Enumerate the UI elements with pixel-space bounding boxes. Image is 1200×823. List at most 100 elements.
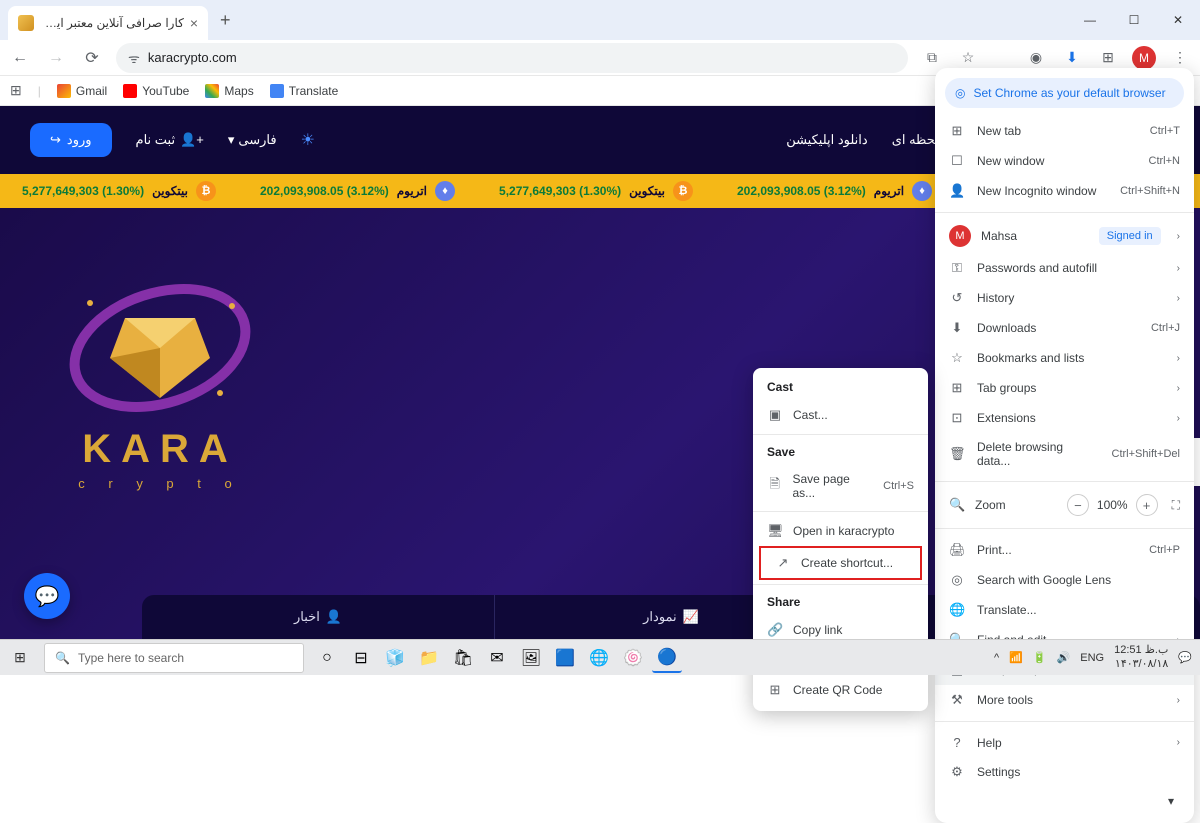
menu-more[interactable]: ▾ [935, 787, 1194, 815]
close-tab-icon[interactable]: × [190, 15, 198, 31]
submenu-cast[interactable]: ▣Cast... [753, 400, 928, 430]
bookmark-star-icon[interactable]: ☆ [956, 46, 980, 70]
menu-lens[interactable]: ◎Search with Google Lens [935, 565, 1194, 595]
signup-button[interactable]: +👤ثبت نام [136, 132, 204, 148]
open-external-icon[interactable]: ⧉ [920, 46, 944, 70]
camera-icon[interactable]: ◉ [1024, 46, 1048, 70]
theme-toggle-icon[interactable]: ☀ [301, 130, 315, 150]
language-indicator[interactable]: ENG [1080, 652, 1104, 664]
taskbar-clock[interactable]: ب.ظ 12:51 ۱۴۰۳/۰۸/۱۸ [1114, 644, 1168, 670]
save-icon: 🗎 [767, 475, 782, 497]
help-icon: ? [949, 735, 965, 750]
menu-extensions[interactable]: ⊡Extensions› [935, 403, 1194, 433]
bookmark-youtube[interactable]: YouTube [123, 84, 189, 98]
fullscreen-icon[interactable]: ⛶ [1172, 498, 1180, 513]
menu-new-window[interactable]: ☐New windowCtrl+N [935, 146, 1194, 176]
menu-translate[interactable]: 🌐Translate... [935, 595, 1194, 625]
puzzle-icon: ⊡ [949, 410, 965, 426]
battery-icon[interactable]: 🔋 [1033, 651, 1047, 664]
tab-news[interactable]: 👤اخبار [142, 595, 494, 639]
taskbar-app[interactable]: 🧊 [380, 643, 410, 673]
menu-more-tools[interactable]: ⚒More tools› [935, 685, 1194, 715]
chat-bubble-icon[interactable]: 💬 [24, 573, 70, 619]
submenu-save-as[interactable]: 🗎Save page as...Ctrl+S [753, 465, 928, 507]
tray-chevron-icon[interactable]: ^ [994, 652, 999, 664]
download-icon[interactable]: ⬇ [1060, 46, 1084, 70]
default-browser-banner[interactable]: ◎ Set Chrome as your default browser [945, 78, 1184, 108]
taskbar-search[interactable]: 🔍 Type here to search [44, 643, 304, 673]
reload-icon[interactable]: ⟳ [80, 46, 104, 70]
store-icon[interactable]: 🛍 [448, 643, 478, 673]
logo-graphic [60, 258, 260, 418]
mail-icon[interactable]: ✉ [482, 643, 512, 673]
profile-avatar[interactable]: M [1132, 46, 1156, 70]
cortana-icon[interactable]: ○ [312, 643, 342, 673]
address-bar[interactable]: ᯤ karacrypto.com [116, 43, 908, 73]
menu-new-tab[interactable]: ⊞New tabCtrl+T [935, 116, 1194, 146]
submenu-save-header: Save [753, 439, 928, 465]
bookmark-gmail[interactable]: Gmail [57, 84, 107, 98]
browser-tab[interactable]: کارا صرافی آنلاین معتبر ایرانی برای... × [8, 6, 208, 40]
bookmark-translate[interactable]: Translate [270, 84, 339, 98]
nav-download-app[interactable]: دانلود اپلیکیشن [786, 132, 868, 148]
gear-icon: ⚙ [949, 764, 965, 780]
kebab-menu-icon[interactable]: ⋮ [1168, 46, 1192, 70]
menu-settings[interactable]: ⚙Settings [935, 757, 1194, 787]
windows-taskbar: ⊞ 🔍 Type here to search ○ ⊟ 🧊 📁 🛍 ✉ 🖼 🟦 … [0, 639, 1200, 675]
bookmark-maps[interactable]: Maps [205, 84, 253, 98]
start-button[interactable]: ⊞ [0, 640, 40, 676]
translate-icon [270, 84, 284, 98]
tools-icon: ⚒ [949, 692, 965, 708]
wifi-icon[interactable]: 📶 [1009, 651, 1023, 664]
taskbar-app[interactable]: 🍥 [618, 643, 648, 673]
task-view-icon[interactable]: ⊟ [346, 643, 376, 673]
language-selector[interactable]: فارسی ▾ [228, 132, 277, 148]
menu-passwords[interactable]: ⚿Passwords and autofill› [935, 253, 1194, 283]
maximize-icon[interactable]: ☐ [1112, 5, 1156, 35]
extensions-puzzle-icon[interactable]: ⊞ [1096, 46, 1120, 70]
forward-icon[interactable]: → [44, 46, 68, 70]
minimize-icon[interactable]: — [1068, 5, 1112, 35]
edge-icon[interactable]: 🌐 [584, 643, 614, 673]
translate-icon: 🌐 [949, 602, 965, 618]
browser-titlebar: کارا صرافی آنلاین معتبر ایرانی برای... ×… [0, 0, 1200, 40]
menu-help[interactable]: ?Help› [935, 728, 1194, 757]
ticker-item: 5,277,649,303 (1.30%) بیتکوین ₿ [0, 181, 238, 201]
site-info-icon[interactable]: ᯤ [128, 49, 140, 67]
zoom-in-button[interactable]: + [1136, 494, 1158, 516]
menu-history[interactable]: ↺History› [935, 283, 1194, 313]
login-button[interactable]: ورود↪ [30, 123, 112, 157]
ticker-item: 5,277,649,303 (1.30%) بیتکوین ₿ [477, 181, 715, 201]
url-text: karacrypto.com [148, 50, 237, 65]
chrome-icon[interactable]: 🔵 [652, 643, 682, 673]
print-icon: 🖨 [949, 542, 965, 558]
submenu-open-in-app[interactable]: 🖥Open in karacrypto [753, 516, 928, 546]
menu-print[interactable]: 🖨Print...Ctrl+P [935, 535, 1194, 565]
grid-icon: ⊞ [949, 380, 965, 396]
menu-downloads[interactable]: ⬇DownloadsCtrl+J [935, 313, 1194, 343]
tab-title: کارا صرافی آنلاین معتبر ایرانی برای... [42, 16, 184, 30]
ethereum-icon: ♦ [912, 181, 932, 201]
menu-tab-groups[interactable]: ⊞Tab groups› [935, 373, 1194, 403]
chevron-right-icon: › [1177, 695, 1180, 706]
submenu-share-header: Share [753, 589, 928, 615]
close-window-icon[interactable]: ✕ [1156, 5, 1200, 35]
volume-icon[interactable]: 🔊 [1057, 651, 1071, 664]
new-tab-button[interactable]: + [220, 10, 231, 31]
zoom-out-button[interactable]: − [1067, 494, 1089, 516]
file-explorer-icon[interactable]: 📁 [414, 643, 444, 673]
submenu-create-shortcut[interactable]: ↗Create shortcut... [759, 546, 922, 580]
photos-icon[interactable]: 🖼 [516, 643, 546, 673]
menu-clear-data[interactable]: 🗑Delete browsing data...Ctrl+Shift+Del [935, 433, 1194, 475]
menu-account[interactable]: M Mahsa Signed in › [935, 219, 1194, 253]
notifications-icon[interactable]: 💬 [1178, 651, 1192, 664]
taskbar-app[interactable]: 🟦 [550, 643, 580, 673]
apps-grid-icon[interactable]: ⊞ [10, 82, 22, 99]
submenu-qr[interactable]: ⊞Create QR Code [753, 675, 928, 705]
lens-icon: ◎ [949, 572, 965, 588]
link-icon: 🔗 [767, 622, 783, 638]
menu-bookmarks[interactable]: ☆Bookmarks and lists› [935, 343, 1194, 373]
back-icon[interactable]: ← [8, 46, 32, 70]
menu-incognito[interactable]: 👤New Incognito windowCtrl+Shift+N [935, 176, 1194, 206]
incognito-icon: 👤 [949, 183, 965, 199]
